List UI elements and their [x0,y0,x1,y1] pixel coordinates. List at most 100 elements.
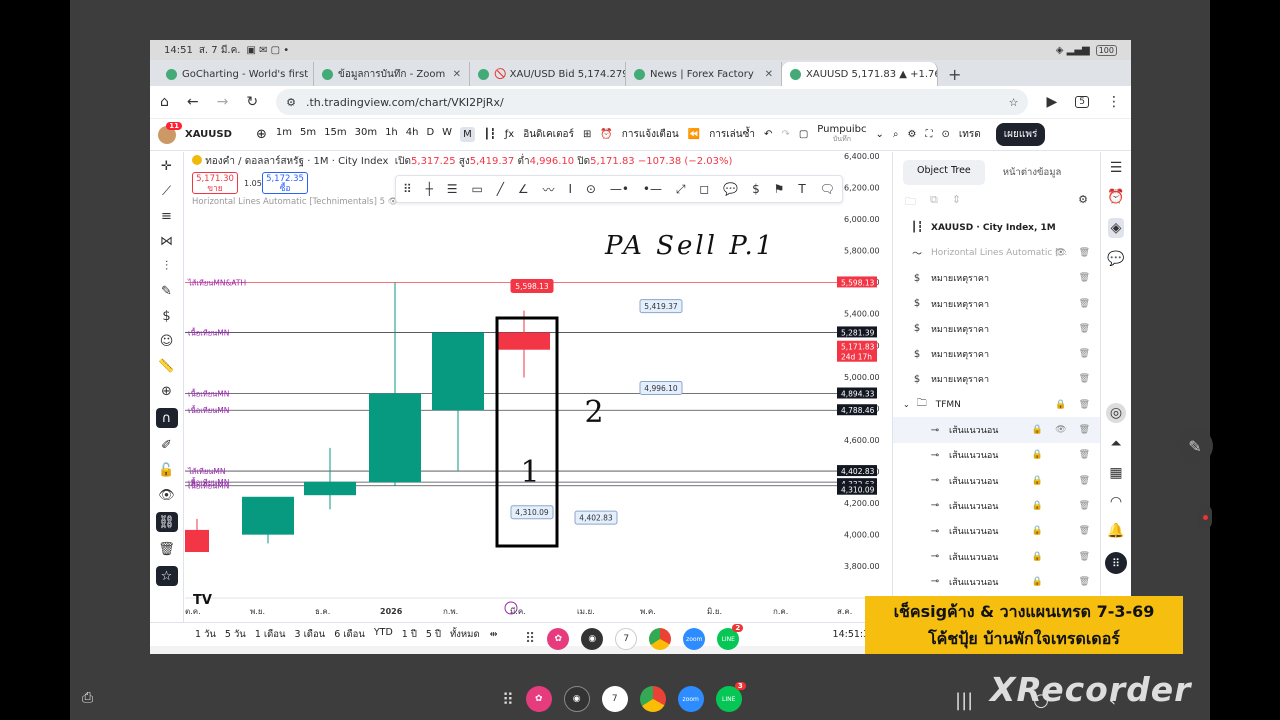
crosshair-icon[interactable]: ✛ [157,158,177,174]
trash-icon[interactable]: 🗑 [1079,552,1090,562]
search-icon[interactable]: ⌕ [893,129,899,140]
range-button[interactable]: YTD [374,627,393,642]
browser-tab[interactable]: 🚫 XAU/USD Bid 5,174.279✕ [470,62,626,86]
price-note-icon[interactable]: $ [752,182,760,196]
text-cursor-icon[interactable]: Ⅰ [568,182,572,196]
range-button[interactable]: 6 เดือน [334,627,365,642]
object-tree-item[interactable]: ⊸เส้นแนวนอน🔒👁🗑 [893,569,1100,594]
interval-M[interactable]: M [460,127,475,142]
range-button[interactable]: 1 ปี [402,627,417,642]
undo-icon[interactable]: ↶ [764,129,772,140]
url-field[interactable]: ⚙ .th.tradingview.com/chart/VKI2PjRx/ ☆ [276,89,1029,115]
lock-icon[interactable]: 🔒 [1032,501,1043,511]
trash-icon[interactable]: 🗑 [1079,577,1090,587]
range-button[interactable]: 1 วัน [195,627,216,642]
zoom-app-icon[interactable]: zoom [677,686,704,712]
calendar-app-icon[interactable]: 7 [615,628,638,650]
lock-icon[interactable]: 🔒 [1032,577,1043,587]
trash-icon[interactable]: 🗑 [157,541,177,557]
comment-icon[interactable]: 🗨 [820,182,835,196]
stay-drawing-icon[interactable]: ✐ [157,437,177,453]
lock-icon[interactable]: 🔒 [1032,476,1043,486]
flower-app-icon[interactable]: ✿ [547,628,570,650]
brush-tool-icon[interactable]: ✎ [157,283,177,299]
emoji-tool-icon[interactable]: ☺ [157,333,177,349]
trash-icon[interactable]: 🗑 [1079,248,1090,258]
line-tool-icon[interactable]: ╱ [497,182,504,196]
object-tree-item[interactable]: ⊸เส้นแนวนอน🔒👁🗑 [893,417,1100,443]
object-tree-item[interactable]: ┃┇ XAUUSD · City Index, 1M [893,215,1100,240]
object-tree-item[interactable]: 〜 Horizontal Lines Automatic [... 👁 🗑 [893,240,1100,265]
object-tree-item[interactable]: ⌄ 🗀 TFMN 🔒 🗑 [893,392,1100,417]
tab-data-window[interactable]: หน้าต่างข้อมูล [989,160,1076,185]
range-button[interactable]: 3 เดือน [295,627,326,642]
line-app-icon[interactable]: LINE 3 [715,682,746,712]
text-note-icon[interactable]: T [798,182,805,196]
menu-icon[interactable]: ⋮ [1107,94,1121,110]
layout-name[interactable]: Pumpuibc บันทึก [817,125,866,144]
redo-icon[interactable]: ↷ [781,129,789,140]
lock-icon[interactable]: 🔒 [1032,425,1043,435]
projection-tool-icon[interactable]: ⫶ [157,258,177,274]
close-icon[interactable]: ✕ [453,69,461,80]
trash-icon[interactable]: 🗑 [1079,299,1090,309]
settings-icon[interactable]: ⚙ [908,129,917,140]
browser-tab[interactable]: ข้อมูลการบันทึก - Zoom ✕ [314,62,470,86]
object-tree-item[interactable]: $ หมายเหตุราคา 🗑 [893,367,1100,392]
ray-icon[interactable]: •— [643,182,662,196]
drag-handle-icon[interactable]: ⠿ [403,182,412,196]
browser-tab[interactable]: XAUUSD 5,171.83 ▲ +1.76%✕ [782,62,938,86]
recents-icon[interactable]: ||| [955,690,973,711]
forward-icon[interactable]: → [217,94,229,110]
fib-tool-icon[interactable]: ≡ [157,208,177,224]
range-button[interactable]: 5 วัน [225,627,246,642]
eye-icon[interactable]: 👁 [157,487,177,503]
screenshot-tool-icon[interactable]: ⎙ [82,690,93,706]
zoom-in-icon[interactable]: ⊕ [157,383,177,399]
interval-D[interactable]: D [426,127,434,142]
eye-icon[interactable]: 👁 [1055,425,1066,435]
segment-icon[interactable]: ⤢ [676,182,686,197]
layout-chevron-icon[interactable]: ⌄ [876,129,884,140]
watchlist-icon[interactable]: ☰ [1110,160,1123,176]
layout-box-icon[interactable]: ▢ [799,129,808,140]
home-icon[interactable]: ⌂ [160,94,169,110]
interval-5m[interactable]: 5m [300,127,316,142]
trash-icon[interactable]: 🗑 [1079,400,1090,410]
rss-icon[interactable]: ◠ [1110,494,1122,510]
trash-icon[interactable]: 🗑 [1079,324,1090,334]
chrome-app-icon[interactable] [649,628,672,650]
calendar-icon[interactable]: ▦ [1109,465,1122,481]
lock-icon[interactable]: 🔒 [1055,400,1066,410]
add-symbol-icon[interactable]: ⊕ [256,127,267,142]
object-tree-item[interactable]: ⊸เส้นแนวนอน🔒👁🗑 [893,443,1100,468]
interval-30m[interactable]: 30m [355,127,377,142]
path-icon[interactable]: 〰 [543,181,555,198]
chat-icon[interactable]: 💬 [1107,251,1124,267]
lock-icon[interactable]: 🔒 [1032,450,1043,460]
chart-pane[interactable]: 6,400.006,200.006,000.005,800.005,600.00… [185,152,892,622]
object-tree-item[interactable]: ⊸เส้นแนวนอน🔒👁🗑 [893,544,1100,569]
site-settings-icon[interactable]: ⚙ [286,96,296,109]
sell-button[interactable]: 5,171.30 ขาย [192,172,238,194]
bell-icon[interactable]: 🔔 [1107,523,1124,539]
order-icon[interactable]: ⇕ [952,193,961,215]
replay-icon[interactable]: ⏪ [688,129,700,140]
alerts-button[interactable]: การแจ้งเตือน [622,127,679,142]
buy-button[interactable]: 5,172.35 ซื้อ [262,172,308,194]
trade-button[interactable]: เทรด [959,127,981,142]
layers-icon[interactable]: ◈ [1107,218,1125,238]
camera-app-icon[interactable]: ◉ [581,628,604,650]
shape-icon[interactable]: ▭ [471,182,482,196]
callout-icon[interactable]: 💬 [723,182,738,196]
trash-icon[interactable]: 🗑 [1079,374,1090,384]
circle-target-icon[interactable]: ⊙ [586,182,596,196]
range-button[interactable]: 5 ปี [426,627,441,642]
interval-1h[interactable]: 1h [385,127,398,142]
avatar[interactable]: 11 [158,121,182,144]
fullscreen-icon[interactable]: ⛶ [926,129,933,140]
text-tool-icon[interactable]: $ [157,308,177,324]
eye-icon[interactable]: 👁 [1055,248,1066,258]
tab-object-tree[interactable]: Object Tree [903,160,985,185]
angle-icon[interactable]: ∠ [518,182,529,196]
